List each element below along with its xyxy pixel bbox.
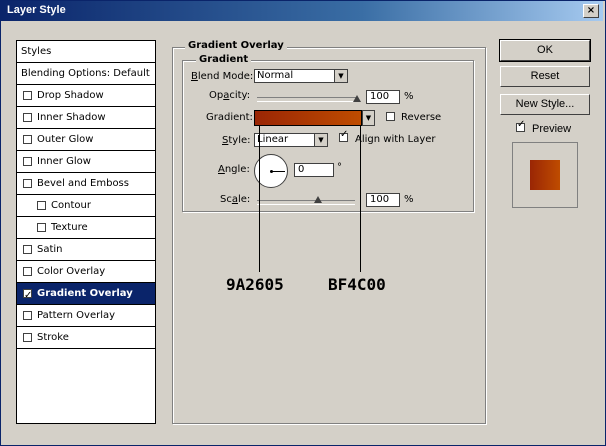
chevron-down-icon: ▼ (314, 134, 327, 146)
sidebar-item-texture[interactable]: Texture (17, 217, 155, 239)
group-title: Gradient Overlay (185, 40, 287, 51)
chevron-down-icon: ▼ (334, 70, 347, 82)
sidebar-checkbox[interactable] (37, 223, 46, 232)
align-with-layer-label: Align with Layer (355, 134, 436, 145)
sidebar-checkbox[interactable] (23, 311, 32, 320)
opacity-unit: % (404, 91, 414, 102)
gradient-dropdown-arrow[interactable]: ▼ (362, 110, 375, 126)
scale-label: Scale: (220, 194, 251, 205)
angle-center (270, 170, 273, 173)
scale-unit: % (404, 194, 414, 205)
style-select[interactable]: Linear ▼ (254, 133, 328, 147)
sidebar-item-label: Color Overlay (37, 266, 106, 277)
sidebar-item-satin[interactable]: Satin (17, 239, 155, 261)
styles-list: Styles Blending Options: Default Drop Shad… (16, 40, 156, 424)
sidebar-checkbox[interactable] (23, 245, 32, 254)
opacity-label: Opacity: (209, 90, 251, 101)
sidebar-item-label: Satin (37, 244, 63, 255)
sidebar-item-bevel-and-emboss[interactable]: Bevel and Emboss (17, 173, 155, 195)
sidebar-item-color-overlay[interactable]: Color Overlay (17, 261, 155, 283)
gradient-start-hex: 9A2605 (226, 275, 284, 294)
sidebar-checkbox[interactable] (23, 179, 32, 188)
style-label: Style: (222, 135, 251, 146)
sidebar-item-label: Gradient Overlay (37, 288, 133, 299)
sidebar-item-inner-shadow[interactable]: Inner Shadow (17, 107, 155, 129)
blend-mode-value: Normal (257, 70, 294, 81)
gradient-end-hex: BF4C00 (328, 275, 386, 294)
subgroup-title: Gradient (196, 54, 252, 65)
sidebar-checkbox[interactable] (23, 91, 32, 100)
sidebar-item-label: Drop Shadow (37, 90, 104, 101)
sidebar-item-blending-options-default[interactable]: Blending Options: Default (17, 63, 155, 85)
angle-indicator (271, 171, 285, 172)
angle-unit: ° (337, 162, 342, 173)
scale-input[interactable]: 100 (366, 193, 400, 207)
angle-label: Angle: (218, 164, 250, 175)
annotation-line-end (360, 126, 361, 272)
title-bar[interactable]: Layer Style × (1, 1, 603, 21)
sidebar-item-inner-glow[interactable]: Inner Glow (17, 151, 155, 173)
sidebar-item-label: Stroke (37, 332, 69, 343)
close-button[interactable]: × (583, 4, 599, 18)
opacity-slider-track[interactable] (257, 97, 357, 102)
preview-thumbnail (512, 142, 578, 208)
sidebar-item-label: Pattern Overlay (37, 310, 116, 321)
chevron-down-icon: ▼ (365, 114, 372, 122)
reverse-checkbox[interactable] (386, 112, 395, 121)
scale-slider-thumb[interactable] (313, 196, 322, 203)
sidebar-item-drop-shadow[interactable]: Drop Shadow (17, 85, 155, 107)
annotation-line-start (259, 126, 260, 272)
reset-button[interactable]: Reset (500, 66, 590, 87)
reverse-label: Reverse (401, 112, 442, 123)
preview-swatch (530, 160, 560, 190)
angle-input[interactable]: 0 (294, 163, 334, 177)
sidebar-checkbox[interactable] (23, 267, 32, 276)
preview-checkbox[interactable] (516, 119, 525, 132)
sidebar-checkbox[interactable] (37, 201, 46, 210)
dialog-title: Layer Style (7, 4, 66, 16)
sidebar-checkbox[interactable] (23, 333, 32, 342)
sidebar-item-label: Texture (51, 222, 88, 233)
sidebar-item-stroke[interactable]: Stroke (17, 327, 155, 349)
gradient-label: Gradient: (206, 112, 253, 123)
sidebar-checkbox[interactable] (23, 157, 32, 166)
sidebar-item-styles[interactable]: Styles (17, 41, 155, 63)
sidebar-item-label: Blending Options: Default (21, 68, 150, 79)
opacity-slider-thumb[interactable] (353, 95, 361, 102)
blend-mode-label: Blend Mode: (191, 71, 254, 82)
sidebar-item-label: Styles (21, 46, 52, 57)
ok-button[interactable]: OK (499, 39, 591, 62)
sidebar-item-outer-glow[interactable]: Outer Glow (17, 129, 155, 151)
sidebar-item-label: Inner Glow (37, 156, 91, 167)
sidebar-item-label: Inner Shadow (37, 112, 106, 123)
preview-label: Preview (532, 123, 572, 135)
sidebar-checkbox[interactable] (23, 135, 32, 144)
gradient-picker[interactable] (254, 110, 362, 126)
sidebar-item-gradient-overlay[interactable]: Gradient Overlay (17, 283, 155, 306)
sidebar-item-label: Outer Glow (37, 134, 94, 145)
sidebar-item-label: Contour (51, 200, 91, 211)
align-with-layer-checkbox[interactable] (339, 129, 348, 142)
sidebar-checkbox[interactable] (23, 285, 32, 306)
style-value: Linear (257, 134, 289, 145)
opacity-input[interactable]: 100 (366, 90, 400, 104)
sidebar-item-label: Bevel and Emboss (37, 178, 129, 189)
scale-slider-track[interactable] (257, 200, 355, 205)
sidebar-checkbox[interactable] (23, 113, 32, 122)
sidebar-item-contour[interactable]: Contour (17, 195, 155, 217)
new-style-button[interactable]: New Style... (500, 94, 590, 115)
sidebar-item-pattern-overlay[interactable]: Pattern Overlay (17, 305, 155, 327)
blend-mode-select[interactable]: Normal ▼ (254, 69, 348, 83)
